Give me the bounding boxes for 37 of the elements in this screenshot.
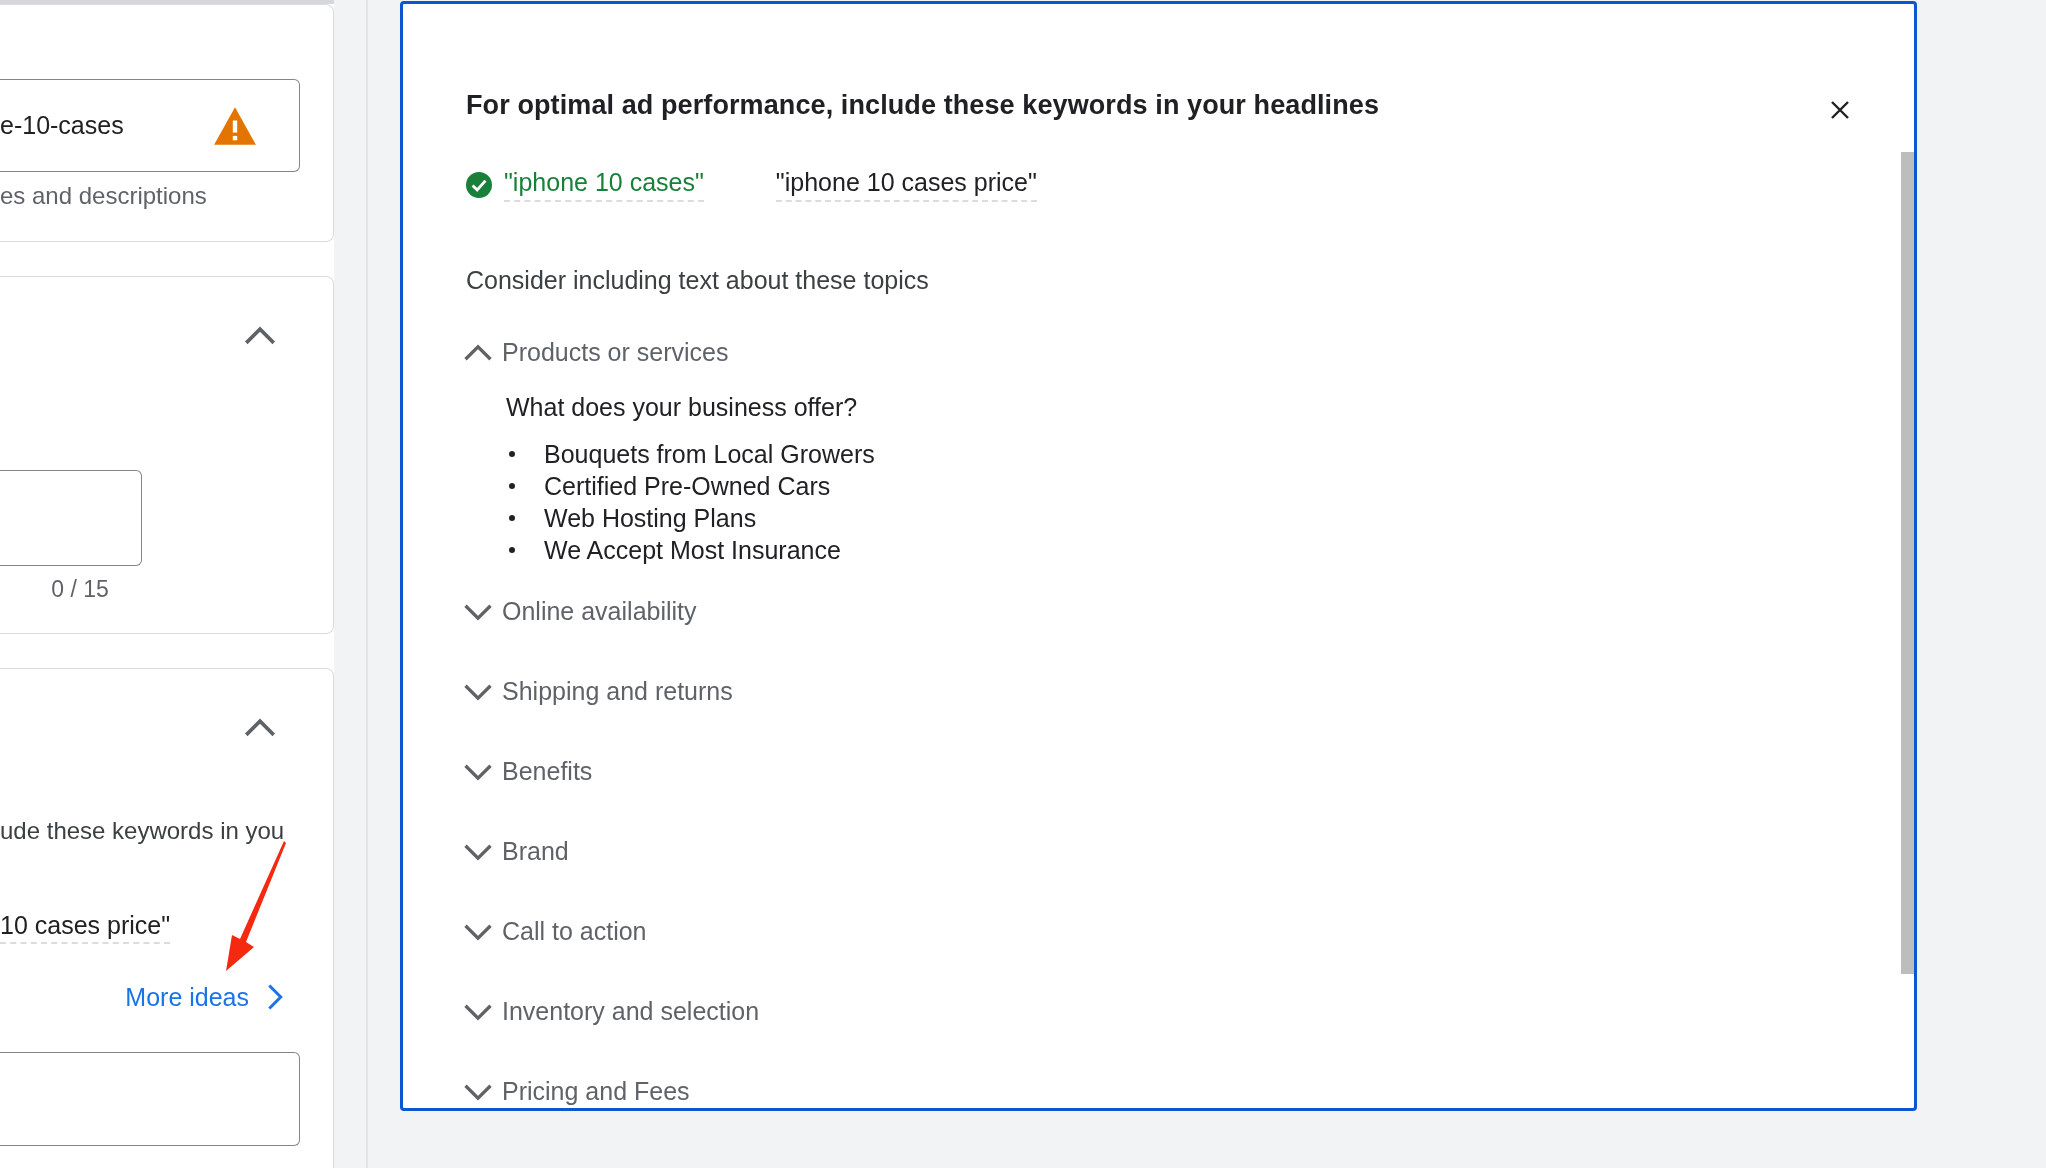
bullet-icon [509, 483, 515, 489]
topic-label[interactable]: Pricing and Fees [502, 1077, 690, 1106]
example-text: Certified Pre-Owned Cars [544, 471, 831, 501]
bullet-icon [509, 547, 515, 553]
chevron-up-icon[interactable] [243, 717, 277, 739]
topic-label[interactable]: Shipping and returns [502, 677, 733, 706]
chevron-right-icon [267, 982, 283, 1012]
topic-label[interactable]: Online availability [502, 597, 697, 626]
example-text: Bouquets from Local Growers [544, 439, 875, 469]
warning-icon [213, 105, 257, 146]
hint-text: ude these keywords in you [0, 817, 286, 845]
url-field[interactable]: e-10-cases [0, 79, 300, 172]
text-field[interactable] [0, 470, 142, 566]
example-text: We Accept Most Insurance [544, 535, 841, 565]
keyword-text: 10 cases price" [0, 911, 171, 944]
topic-label[interactable]: Brand [502, 837, 569, 866]
topic-label[interactable]: Benefits [502, 757, 593, 786]
helper-text: es and descriptions [0, 182, 208, 210]
dialog-title: For optimal ad performance, include these keywords in your headlines [466, 90, 1380, 121]
example-text: Web Hosting Plans [544, 503, 757, 533]
keyword-text: "iphone 10 cases price" [775, 168, 1037, 202]
scrollbar-thumb[interactable] [1901, 152, 1914, 974]
section-heading: Consider including text about these topics [466, 266, 930, 295]
bullet-icon [509, 451, 515, 457]
close-icon[interactable] [1830, 99, 1850, 120]
text-field[interactable] [0, 1052, 300, 1146]
chevron-up-icon[interactable] [243, 325, 277, 347]
more-ideas-link[interactable]: More ideas [125, 982, 283, 1012]
topic-label[interactable]: Call to action [502, 917, 647, 946]
topic-label[interactable]: Products or services [502, 338, 729, 367]
field-value: e-10-cases [0, 111, 124, 140]
keyword-text: "iphone 10 cases" [504, 168, 704, 202]
topic-question: What does your business offer? [506, 393, 859, 422]
topic-label[interactable]: Inventory and selection [502, 997, 760, 1026]
chevron-up-icon[interactable] [462, 342, 494, 363]
bullet-icon [509, 515, 515, 521]
character-counter: 0 / 15 [50, 576, 110, 603]
